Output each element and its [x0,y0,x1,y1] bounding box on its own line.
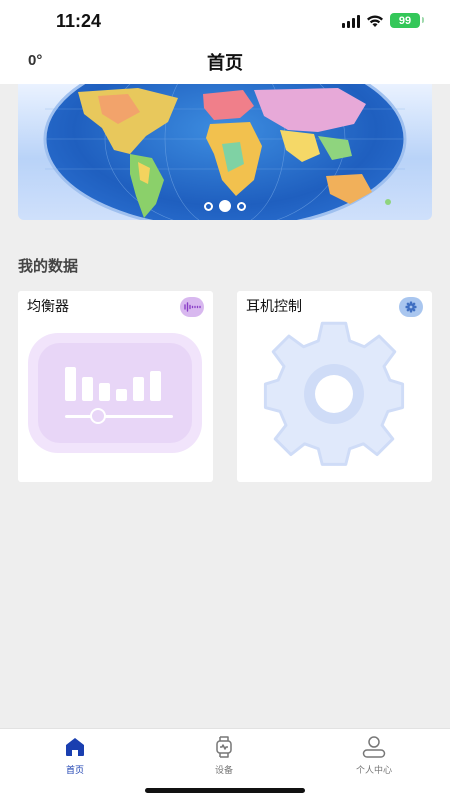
carousel-dots [18,200,432,212]
battery-level: 99 [398,14,412,27]
tab-device[interactable]: 设备 [184,735,264,776]
top-bar: 11:24 99 0° 首页 [0,0,450,84]
equalizer-title: 均衡器 [27,299,69,315]
tab-profile-label: 个人中心 [355,766,392,776]
tab-home-label: 首页 [65,766,84,776]
waveform-icon [180,297,204,317]
battery-icon: 99 [390,13,424,28]
page-title: 首页 [207,53,243,74]
home-indicator [145,788,305,793]
watch-icon [216,736,232,758]
tab-home[interactable]: 首页 [35,735,115,776]
equalizer-icon [28,333,202,453]
carousel-dot[interactable] [237,201,246,211]
wifi-icon [367,15,383,27]
earphone-control-card[interactable]: 耳机控制 [237,291,432,482]
carousel-dot[interactable] [204,201,213,211]
status-icons: 99 [342,13,424,28]
home-icon [66,738,84,756]
section-title: 我的数据 [18,257,79,275]
carousel-dot-active[interactable] [219,200,231,212]
equalizer-card[interactable]: 均衡器 [18,291,213,482]
earphone-control-title: 耳机控制 [246,299,302,315]
gear-badge-icon [399,297,423,317]
banner-carousel[interactable] [18,84,432,220]
status-bar: 11:24 99 [0,0,450,44]
nav-bar: 0° 首页 [0,44,450,84]
tab-device-label: 设备 [214,766,233,776]
person-icon [362,736,386,758]
gear-icon [263,321,405,466]
tab-profile[interactable]: 个人中心 [334,735,414,776]
status-time: 11:24 [56,11,102,31]
signal-icon [342,14,360,28]
